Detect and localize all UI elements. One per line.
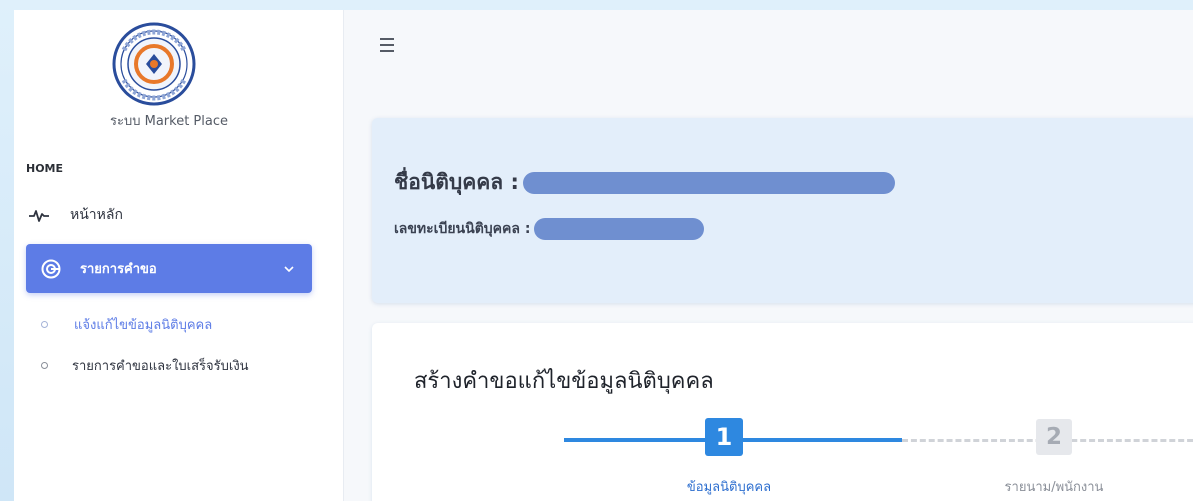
system-name: ระบบ Market Place <box>110 114 228 129</box>
bullet-icon <box>41 361 48 369</box>
main-content: ชื่อนิติบุคคล : เลขทะเบียนนิติบุคคล : สร… <box>344 10 1193 501</box>
corp-name-label: ชื่อนิติบุคคล : <box>394 170 519 194</box>
corporate-info-card: ชื่อนิติบุคคล : เลขทะเบียนนิติบุคคล : <box>372 118 1193 303</box>
target-icon <box>41 259 61 278</box>
sidebar: ระบบ Market Place HOME หน้าหลัก รายการคำ… <box>14 10 344 501</box>
sidebar-subitem-edit-corp-info[interactable]: แจ้งแก้ไขข้อมูลนิติบุคคล <box>26 309 326 339</box>
chevron-down-icon <box>284 265 294 272</box>
app-frame: ระบบ Market Place HOME หน้าหลัก รายการคำ… <box>14 10 1193 501</box>
step-2-badge[interactable]: 2 <box>1036 419 1072 455</box>
redacted-corp-name <box>522 171 895 194</box>
corp-name-row: ชื่อนิติบุคคล : <box>394 166 895 199</box>
sidebar-item-label: หน้าหลัก <box>70 207 123 223</box>
sidebar-item-requests[interactable]: รายการคำขอ <box>26 244 312 293</box>
step-1-badge[interactable]: 1 <box>705 418 743 456</box>
form-title: สร้างคำขอแก้ไขข้อมูลนิติบุคคล <box>414 369 714 394</box>
sidebar-subitem-requests-receipts[interactable]: รายการคำขอและใบเสร็จรับเงิน <box>26 350 326 380</box>
redacted-corp-reg-number <box>534 218 705 240</box>
step-1-label: ข้อมูลนิติบุคคล <box>686 480 772 495</box>
hamburger-icon[interactable] <box>380 38 402 56</box>
section-heading-home: HOME <box>26 162 64 175</box>
sidebar-subitem-label: แจ้งแก้ไขข้อมูลนิติบุคคล <box>74 317 213 333</box>
pulse-icon <box>29 210 49 222</box>
organization-logo <box>112 22 196 106</box>
sidebar-subitem-label: รายการคำขอและใบเสร็จรับเงิน <box>72 358 249 374</box>
sidebar-item-home[interactable]: หน้าหลัก <box>26 195 316 235</box>
corp-reg-row: เลขทะเบียนนิติบุคคล : <box>394 218 705 240</box>
step-2-label: รายนาม/พนักงาน <box>1004 480 1104 495</box>
bullet-icon <box>41 320 48 328</box>
corp-reg-label: เลขทะเบียนนิติบุคคล : <box>394 221 531 237</box>
request-form-card: สร้างคำขอแก้ไขข้อมูลนิติบุคคล 1 2 ข้อมูล… <box>372 323 1193 501</box>
sidebar-item-label: รายการคำขอ <box>80 262 157 277</box>
